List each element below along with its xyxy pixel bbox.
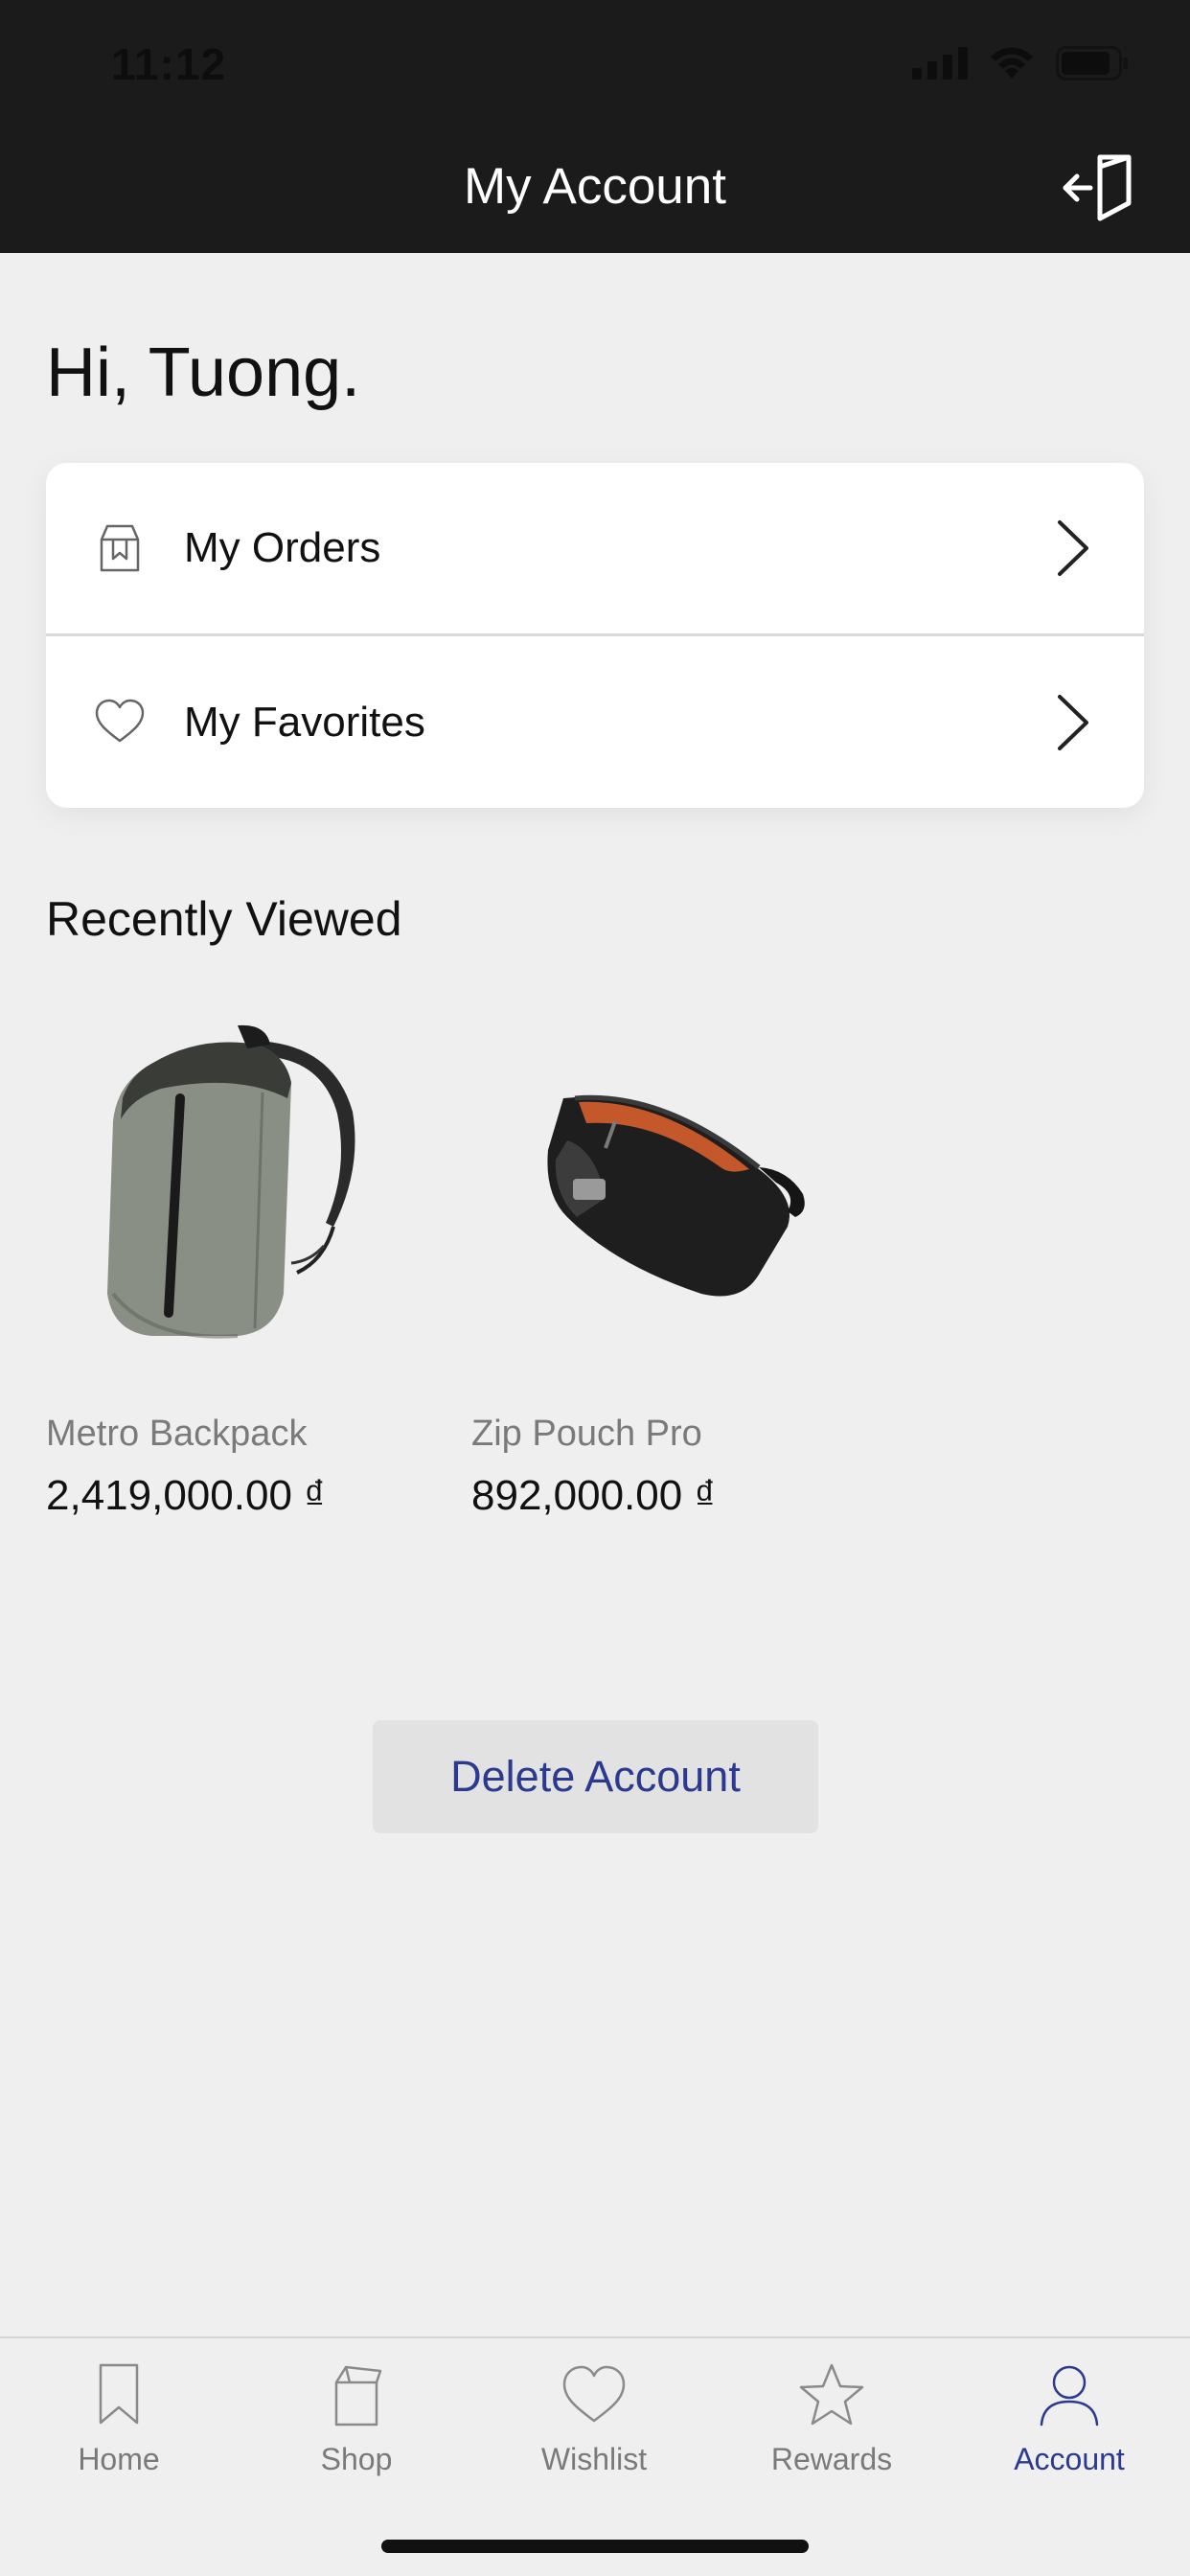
product-card[interactable]: Metro Backpack 2,419,000.00 ₫ <box>46 1006 429 1520</box>
tab-wishlist[interactable]: Wishlist <box>475 2361 713 2477</box>
tab-label-shop: Shop <box>320 2442 393 2476</box>
pouch-image <box>547 1094 805 1297</box>
chevron-right-icon <box>1058 695 1088 750</box>
greeting-text: Hi, Tuong. <box>46 334 361 411</box>
shopping-bag-icon <box>334 2365 382 2426</box>
page-title: My Account <box>464 158 726 215</box>
my-favorites-row[interactable]: My Favorites <box>46 637 1144 808</box>
heart-icon <box>95 699 145 743</box>
tab-label-home: Home <box>78 2442 160 2476</box>
my-orders-row[interactable]: My Orders <box>46 463 1144 633</box>
recently-viewed-title: Recently Viewed <box>46 892 402 946</box>
tab-rewards[interactable]: Rewards <box>713 2361 950 2477</box>
star-icon <box>799 2363 864 2426</box>
product-price: 2,419,000.00 ₫ <box>46 1472 326 1519</box>
chevron-right-icon <box>1058 520 1088 576</box>
bookmark-icon <box>99 2363 139 2425</box>
logout-icon[interactable] <box>1062 153 1134 222</box>
status-time: 11:12 <box>111 39 227 89</box>
home-indicator <box>381 2540 809 2553</box>
heart-icon <box>562 2365 626 2423</box>
wifi-icon <box>991 47 1033 79</box>
tab-label-account: Account <box>1014 2442 1125 2476</box>
cellular-signal-icon <box>912 47 968 80</box>
box-icon <box>100 524 140 572</box>
product-name: Metro Backpack <box>46 1414 308 1454</box>
tab-account[interactable]: Account <box>950 2361 1188 2477</box>
tab-shop[interactable]: Shop <box>238 2361 475 2477</box>
product-price: 892,000.00 ₫ <box>471 1472 717 1519</box>
delete-account-button[interactable]: Delete Account <box>373 1720 818 1833</box>
menu-label-favorites: My Favorites <box>184 699 425 746</box>
menu-divider <box>46 633 1144 636</box>
product-card[interactable]: Zip Pouch Pro 892,000.00 ₫ <box>471 1006 855 1520</box>
tab-label-rewards: Rewards <box>770 2442 893 2476</box>
account-menu-card: My Orders My Favorites <box>46 463 1144 808</box>
product-name: Zip Pouch Pro <box>471 1414 702 1454</box>
backpack-image <box>107 1024 355 1339</box>
tab-home[interactable]: Home <box>0 2361 238 2477</box>
battery-icon <box>1056 46 1128 80</box>
status-icons <box>912 46 1129 80</box>
app-header: 11:12 My Account <box>0 0 1190 253</box>
menu-label-orders: My Orders <box>184 524 381 571</box>
user-icon <box>1040 2365 1099 2426</box>
tab-label-wishlist: Wishlist <box>540 2442 648 2476</box>
